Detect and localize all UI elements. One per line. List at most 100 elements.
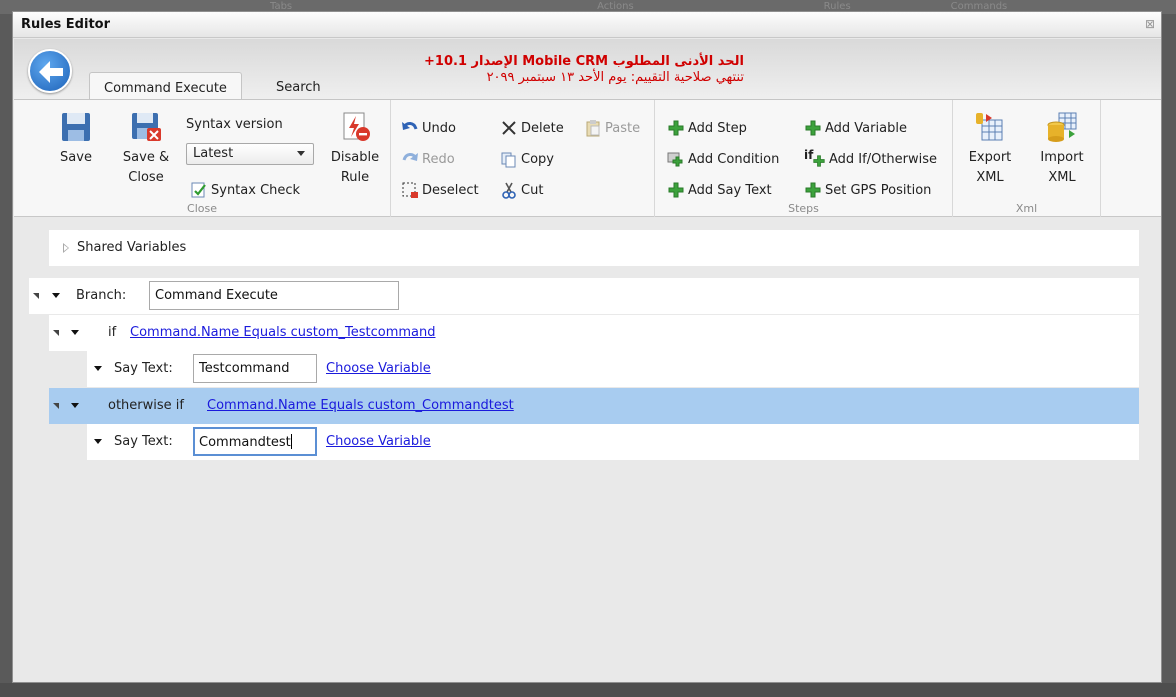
copy-button[interactable]: Copy [500, 149, 554, 169]
chevron-down-icon [297, 151, 305, 156]
say-text-label: Say Text: [114, 361, 173, 376]
collapse-toggle-icon[interactable] [33, 293, 39, 299]
ribbon-group-xml: Export XML Import XML Xml [953, 100, 1101, 217]
disable-rule-button[interactable]: Disable Rule [329, 110, 381, 188]
green-plus-icon [667, 181, 685, 199]
deselect-label: Deselect [422, 182, 479, 198]
save-button[interactable]: Save [54, 110, 98, 168]
paste-label: Paste [605, 120, 641, 136]
paste-icon [584, 119, 602, 137]
title-bar: Rules Editor ⊠ [13, 12, 1161, 38]
shared-variables-label: Shared Variables [77, 240, 187, 255]
green-plus-icon [667, 119, 685, 137]
branch-row: Branch: Command Execute [29, 278, 1139, 314]
cut-button[interactable]: Cut [500, 180, 543, 200]
say-text-input[interactable]: Testcommand [193, 354, 317, 383]
caret-down-icon[interactable] [52, 293, 60, 298]
import-xml-icon [1047, 112, 1077, 142]
syntax-check-button[interactable]: Syntax Check [190, 180, 300, 200]
tab-command-execute[interactable]: Command Execute [89, 72, 242, 100]
add-say-text-button[interactable]: Add Say Text [667, 180, 772, 200]
save-and-close-button[interactable]: Save & Close [120, 110, 172, 188]
scissors-icon [500, 181, 518, 199]
ribbon-group-edit: Undo Redo Deselect Delete Copy Cut Paste [391, 100, 655, 217]
import-xml-button[interactable]: Import XML [1037, 110, 1087, 188]
disable-label-1: Disable [330, 150, 380, 165]
otherwise-if-row: otherwise if Command.Name Equals custom_… [49, 388, 1139, 424]
close-icon[interactable]: ⊠ [1145, 17, 1155, 31]
add-condition-label: Add Condition [688, 151, 780, 167]
background-bottom-bar [0, 683, 1176, 697]
caret-down-icon[interactable] [94, 366, 102, 371]
redo-icon [401, 150, 419, 168]
paste-button[interactable]: Paste [584, 118, 640, 138]
import-label-2: XML [1048, 170, 1076, 185]
if-condition-link[interactable]: Command.Name Equals custom_Testcommand [130, 325, 435, 340]
collapse-toggle-icon[interactable] [53, 403, 59, 409]
ribbon-group-steps: Add Step Add Condition Add Say Text Add … [655, 100, 953, 217]
export-xml-icon [976, 113, 1003, 141]
back-button[interactable] [28, 49, 72, 93]
green-plus-icon [804, 181, 822, 199]
undo-button[interactable]: Undo [401, 118, 456, 138]
branch-name-input[interactable]: Command Execute [149, 281, 399, 310]
syntax-version-value: Latest [193, 146, 234, 161]
otherwise-condition-link[interactable]: Command.Name Equals custom_Commandtest [207, 398, 514, 413]
expand-arrow-icon[interactable] [63, 243, 69, 253]
choose-variable-link[interactable]: Choose Variable [326, 361, 431, 376]
steps-group-label: Steps [788, 202, 819, 215]
deselect-button[interactable]: Deselect [401, 180, 479, 200]
add-step-label: Add Step [688, 120, 747, 136]
if-label: if [108, 325, 117, 340]
disable-rule-icon [343, 112, 370, 141]
export-label-1: Export [968, 150, 1012, 165]
delete-icon [500, 119, 518, 137]
notice-line-2: تنتهي صلاحية التقييم: يوم الأحد ١٣ سبتمب… [486, 70, 744, 85]
collapse-toggle-icon[interactable] [53, 330, 59, 336]
disable-label-2: Rule [340, 170, 370, 185]
green-plus-icon [804, 119, 822, 137]
redo-label: Redo [422, 151, 455, 167]
syntax-version-select[interactable]: Latest [186, 143, 314, 165]
copy-icon [500, 150, 518, 168]
import-label-1: Import [1040, 150, 1084, 165]
rules-editor-dialog: Rules Editor ⊠ Command Execute Search ال… [12, 11, 1162, 683]
say-text-input[interactable]: Commandtest [193, 427, 317, 456]
if-plus-icon: if [804, 148, 826, 168]
set-gps-position-button[interactable]: Set GPS Position [804, 180, 931, 200]
syntax-check-label: Syntax Check [211, 182, 301, 198]
add-condition-button[interactable]: Add Condition [667, 149, 779, 169]
export-label-2: XML [976, 170, 1004, 185]
xml-group-label: Xml [1015, 202, 1038, 215]
delete-label: Delete [521, 120, 564, 136]
add-step-button[interactable]: Add Step [667, 118, 747, 138]
copy-label: Copy [521, 151, 554, 167]
back-arrow-icon [39, 61, 63, 83]
cut-label: Cut [521, 182, 544, 198]
say-text-row: Say Text: Commandtest Choose Variable [87, 424, 1139, 460]
delete-button[interactable]: Delete [500, 118, 564, 138]
syntax-check-icon [190, 181, 208, 199]
set-gps-position-label: Set GPS Position [825, 182, 932, 198]
ribbon: Save Save & Close Syntax version Latest [14, 99, 1161, 217]
floppy-disk-icon [62, 113, 90, 141]
deselect-icon [401, 181, 419, 199]
add-if-otherwise-label: Add If/Otherwise [829, 151, 938, 167]
shared-variables-panel[interactable]: Shared Variables [49, 230, 1139, 266]
license-notice: الحد الأدنى المطلوب Mobile CRM الإصدار 1… [354, 54, 744, 86]
add-if-otherwise-button[interactable]: if Add If/Otherwise [804, 148, 938, 169]
save-close-icon [132, 113, 161, 141]
redo-button[interactable]: Redo [401, 149, 455, 169]
choose-variable-link[interactable]: Choose Variable [326, 434, 431, 449]
caret-down-icon[interactable] [94, 439, 102, 444]
tab-search[interactable]: Search [262, 72, 335, 100]
export-xml-button[interactable]: Export XML [965, 110, 1015, 188]
caret-down-icon[interactable] [71, 330, 79, 335]
save-close-label-1: Save & [122, 150, 170, 165]
add-variable-label: Add Variable [825, 120, 907, 136]
syntax-version-label: Syntax version [186, 117, 283, 132]
caret-down-icon[interactable] [71, 403, 79, 408]
add-variable-button[interactable]: Add Variable [804, 118, 907, 138]
say-text-label: Say Text: [114, 434, 173, 449]
if-prefix: if [804, 148, 814, 162]
